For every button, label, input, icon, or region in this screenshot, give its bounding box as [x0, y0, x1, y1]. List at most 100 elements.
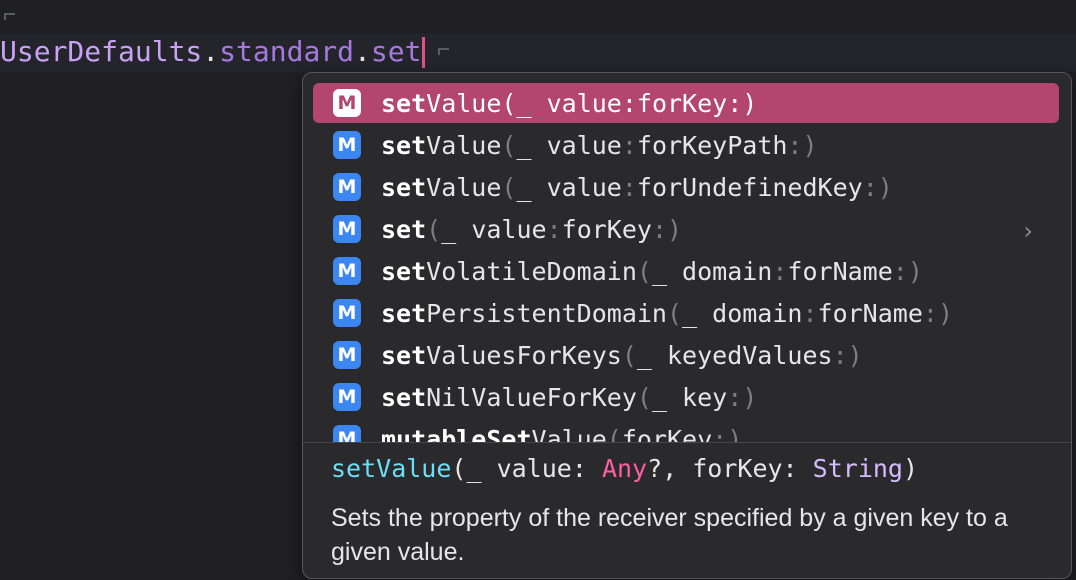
completion-token-bold: set: [381, 172, 427, 202]
completion-token-name: NilValueForKey: [426, 382, 637, 412]
completion-token-args: _ key: [651, 382, 728, 412]
completion-item-label: setPersistentDomain(_ domain:forName:): [381, 299, 953, 328]
completion-item[interactable]: MsetValue(_ value:forUndefinedKey:): [313, 167, 1059, 207]
code-dot: .: [354, 35, 371, 68]
completion-item-label: setNilValueForKey(_ key:): [381, 383, 757, 412]
completion-token-lparen: (: [636, 256, 652, 286]
completion-item-label: setValuesForKeys(_ keyedValues:): [381, 341, 863, 370]
signature-any-type: Any: [601, 454, 648, 483]
signature-name: setValue: [331, 454, 452, 483]
code-dot: .: [202, 35, 220, 68]
chevron-right-icon[interactable]: ›: [1023, 217, 1033, 245]
code-property-token: standard: [219, 35, 355, 68]
completion-token-args: forKey: [621, 424, 713, 443]
completion-token-c2: :: [862, 172, 878, 202]
completion-token-c1: :: [832, 340, 848, 370]
completion-item[interactable]: MsetNilValueForKey(_ key:): [313, 377, 1059, 417]
completion-token-lparen: (: [621, 340, 637, 370]
completion-item-label: setValue(_ value:forUndefinedKey:): [381, 173, 893, 202]
code-typed-member: set: [370, 35, 422, 68]
completion-token-lparen: (: [501, 172, 517, 202]
completion-token-c2: :: [727, 88, 743, 118]
completion-token-rparen: ): [742, 88, 758, 118]
completion-token-args: _ keyedValues: [636, 340, 833, 370]
completion-token-lparen: (: [501, 130, 517, 160]
completion-token-c1: :: [546, 214, 562, 244]
completion-token-args: _ value: [516, 88, 622, 118]
completion-token-rparen: ): [877, 172, 893, 202]
completion-token-label: forName: [817, 298, 923, 328]
completion-item-label: setValue(_ value:forKeyPath:): [381, 131, 818, 160]
completion-token-c2: :: [892, 256, 908, 286]
completion-item[interactable]: MsetValuesForKeys(_ keyedValues:): [313, 335, 1059, 375]
completion-token-name: Value: [426, 130, 502, 160]
code-line[interactable]: UserDefaults.standard.set: [0, 33, 426, 71]
completion-token-label: forKeyPath: [636, 130, 788, 160]
completion-item-label: mutableSetValue(forKey:): [381, 425, 742, 443]
completion-token-pre: mutable: [381, 424, 487, 443]
completion-token-rparen: ): [727, 424, 743, 443]
signature-close: ): [902, 454, 919, 483]
completion-item[interactable]: MsetVolatileDomain(_ domain:forName:): [313, 251, 1059, 291]
completion-token-c1: :: [727, 382, 743, 412]
completion-item-selected[interactable]: MsetValue(_ value:forKey:): [313, 83, 1059, 123]
completion-token-bold: set: [381, 340, 427, 370]
completion-token-lparen: (: [501, 88, 517, 118]
code-type-token: UserDefaults: [0, 35, 203, 68]
detail-signature: setValue(_ value: Any?, forKey: String): [331, 454, 918, 483]
completion-list[interactable]: MsetValue(_ value:forKey:) MsetValue(_ va…: [303, 73, 1071, 442]
signature-string-type: String: [812, 454, 903, 483]
completion-token-args: _ domain: [682, 298, 803, 328]
completion-token-rparen: ): [802, 130, 818, 160]
completion-token-lparen: (: [426, 214, 442, 244]
method-icon: M: [333, 215, 361, 243]
completion-token-bold: set: [381, 382, 427, 412]
text-caret: [422, 36, 426, 68]
completion-token-args: _ value: [516, 130, 622, 160]
completion-token-bold: set: [381, 214, 427, 244]
completion-token-name: Value: [426, 172, 502, 202]
completion-item-label: set(_ value:forKey:): [381, 215, 682, 244]
signature-open: (_ value:: [451, 454, 602, 483]
completion-token-label: forKey: [636, 88, 728, 118]
fold-marker-icon: [438, 48, 449, 55]
completion-token-c2: :: [922, 298, 938, 328]
completion-token-args: _ value: [441, 214, 547, 244]
completion-token-bold: Set: [486, 424, 532, 443]
completion-token-rparen: ): [742, 382, 758, 412]
completion-token-label: forUndefinedKey: [636, 172, 863, 202]
completion-item[interactable]: MmutableSetValue(forKey:): [313, 419, 1059, 442]
method-icon: M: [333, 341, 361, 369]
completion-token-rparen: ): [907, 256, 923, 286]
divider: [303, 442, 1071, 443]
completion-token-c1: :: [621, 172, 637, 202]
completion-item-label: setValue(_ value:forKey:): [381, 89, 757, 118]
completion-token-c1: :: [621, 88, 637, 118]
completion-token-name: Value: [426, 88, 502, 118]
completion-token-args: _ value: [516, 172, 622, 202]
completion-popup: MsetValue(_ value:forKey:) MsetValue(_ va…: [302, 72, 1072, 579]
detail-description: Sets the property of the receiver specif…: [331, 504, 1008, 566]
completion-token-bold: set: [381, 256, 427, 286]
completion-token-name: ValuesForKeys: [426, 340, 622, 370]
completion-item[interactable]: MsetValue(_ value:forKeyPath:): [313, 125, 1059, 165]
completion-token-rparen: ): [847, 340, 863, 370]
method-icon: M: [333, 173, 361, 201]
completion-token-lparen: (: [636, 382, 652, 412]
completion-token-rparen: ): [937, 298, 954, 328]
method-icon: M: [333, 299, 361, 327]
method-icon: M: [333, 89, 361, 117]
completion-token-lparen: (: [666, 298, 683, 328]
completion-token-name: Value: [531, 424, 607, 443]
signature-mid: ?, forKey:: [647, 454, 813, 483]
completion-token-c2: :: [651, 214, 668, 244]
completion-item[interactable]: Mset(_ value:forKey:) ›: [313, 209, 1059, 249]
completion-token-name: PersistentDomain: [426, 298, 667, 328]
completion-token-bold: set: [381, 298, 427, 328]
completion-token-bold: set: [381, 130, 427, 160]
completion-token-label: forKey: [561, 214, 652, 244]
completion-token-lparen: (: [606, 424, 622, 443]
method-icon: M: [333, 257, 361, 285]
method-icon: M: [333, 131, 361, 159]
completion-item[interactable]: MsetPersistentDomain(_ domain:forName:): [313, 293, 1059, 333]
